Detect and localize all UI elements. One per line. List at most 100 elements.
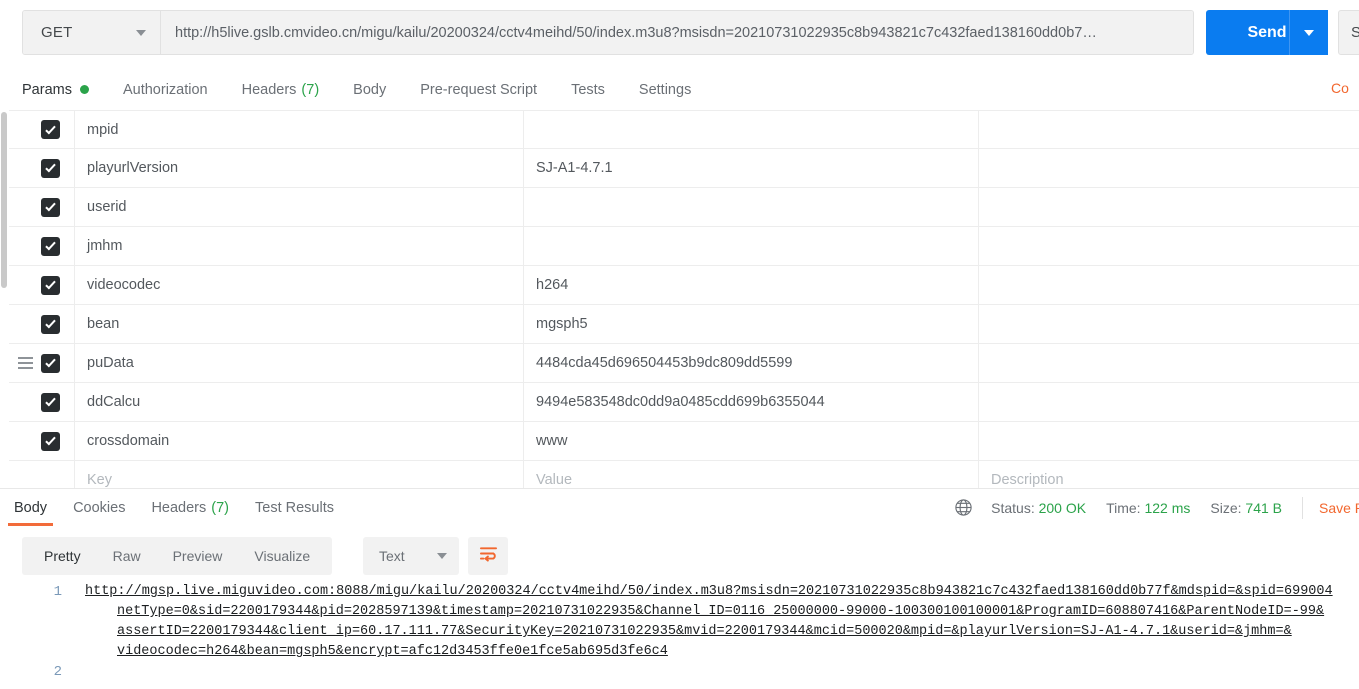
row-key-input[interactable]: crossdomain (74, 422, 524, 460)
row-key-input[interactable]: bean (74, 305, 524, 343)
row-description-input[interactable] (979, 111, 1359, 148)
postman-window: GET http://h5live.gslb.cmvideo.cn/migu/k… (0, 0, 1359, 689)
row-drag-handle (9, 305, 41, 343)
response-tab-label: Test Results (255, 499, 334, 516)
cookies-link[interactable]: Co (1331, 80, 1359, 96)
row-enable-checkbox[interactable] (41, 236, 60, 256)
view-mode-preview[interactable]: Preview (157, 537, 239, 575)
row-enable-checkbox[interactable] (41, 158, 60, 178)
row-key-input[interactable]: puData (74, 344, 524, 382)
row-drag-handle[interactable] (9, 344, 41, 382)
row-enable-checkbox[interactable] (41, 353, 60, 373)
table-row: bean mgsph5 (9, 305, 1359, 344)
response-tab-cookies[interactable]: Cookies (73, 489, 125, 526)
table-row: puData 4484cda45d696504453b9dc809dd5599 (9, 344, 1359, 383)
table-row: mpid (9, 110, 1359, 149)
new-description-input[interactable]: Description (979, 461, 1359, 488)
row-value-input[interactable]: 4484cda45d696504453b9dc809dd5599 (524, 344, 979, 382)
view-mode-pretty[interactable]: Pretty (28, 537, 97, 575)
row-enable-checkbox[interactable] (41, 392, 60, 412)
tab-pre-request-script[interactable]: Pre-request Script (420, 66, 537, 113)
row-value-input[interactable] (524, 227, 979, 265)
row-enable-checkbox[interactable] (41, 120, 60, 139)
row-key-input[interactable]: userid (74, 188, 524, 226)
request-tab-bar: Params Authorization Headers (7) Body Pr… (0, 66, 1359, 113)
row-description-input[interactable] (979, 188, 1359, 226)
response-tab-test-results[interactable]: Test Results (255, 489, 334, 526)
row-key-input[interactable]: ddCalcu (74, 383, 524, 421)
row-enable-checkbox[interactable] (41, 197, 60, 217)
response-body-link[interactable]: netType=0&sid=2200179344&pid=2028597139&… (117, 604, 1324, 619)
table-row: crossdomain www (9, 422, 1359, 461)
response-body-text[interactable]: http://mgsp.live.miguvideo.com:8088/migu… (85, 582, 1359, 662)
tab-headers-count: (7) (301, 81, 320, 98)
request-bar: GET http://h5live.gslb.cmvideo.cn/migu/k… (0, 0, 1359, 66)
view-mode-raw[interactable]: Raw (97, 537, 157, 575)
row-value-input[interactable] (524, 188, 979, 226)
row-enable-checkbox-cell (41, 227, 74, 265)
http-method-selector[interactable]: GET (23, 11, 161, 54)
tab-settings[interactable]: Settings (639, 66, 691, 113)
response-tab-headers[interactable]: Headers (7) (151, 489, 229, 526)
row-description-input[interactable] (979, 227, 1359, 265)
row-value-input[interactable]: mgsph5 (524, 305, 979, 343)
table-row: videocodec h264 (9, 266, 1359, 305)
row-enable-checkbox[interactable] (41, 314, 60, 334)
row-drag-handle (9, 461, 41, 488)
row-key-input[interactable]: playurlVersion (74, 149, 524, 187)
row-enable-checkbox-cell (41, 149, 74, 187)
tab-tests[interactable]: Tests (571, 66, 605, 113)
row-enable-checkbox-cell (41, 188, 74, 226)
row-value-input[interactable]: SJ-A1-4.7.1 (524, 149, 979, 187)
table-row: playurlVersion SJ-A1-4.7.1 (9, 149, 1359, 188)
save-response-button[interactable]: Save R (1319, 500, 1359, 516)
row-value-input[interactable]: h264 (524, 266, 979, 304)
status-value: 200 OK (1038, 499, 1087, 516)
line-number: 2 (53, 664, 62, 680)
wrap-text-button[interactable] (468, 537, 508, 575)
tab-tests-label: Tests (571, 81, 605, 98)
row-description-input[interactable] (979, 266, 1359, 304)
params-table: mpid playurlVersion SJ-A1-4.7.1 userid jmhm v… (9, 110, 1359, 488)
row-description-input[interactable] (979, 422, 1359, 460)
row-value-input[interactable]: 9494e583548dc0dd9a0485cdd699b6355044 (524, 383, 979, 421)
row-value-input[interactable] (524, 111, 979, 148)
response-format-select[interactable]: Text (363, 537, 459, 575)
response-tab-bar: Body Cookies Headers (7) Test Results Status… (0, 488, 1359, 526)
send-options-button[interactable] (1289, 10, 1328, 55)
row-enable-checkbox-cell (41, 422, 74, 460)
row-value-input[interactable]: www (524, 422, 979, 460)
time-value: 122 ms (1144, 499, 1191, 516)
size-value: 741 B (1245, 499, 1282, 516)
row-enable-checkbox[interactable] (41, 275, 60, 295)
size-badge: Size: 741 B (1210, 500, 1282, 516)
tab-params[interactable]: Params (10, 66, 101, 113)
save-request-button[interactable]: S (1338, 10, 1359, 55)
response-tab-label: Cookies (73, 499, 126, 516)
row-key-input[interactable]: videocodec (74, 266, 524, 304)
row-enable-checkbox-cell (41, 111, 74, 148)
row-description-input[interactable] (979, 305, 1359, 343)
line-number: 1 (53, 584, 62, 600)
tab-authorization[interactable]: Authorization (123, 66, 208, 113)
response-tab-body[interactable]: Body (7, 489, 54, 526)
new-key-input[interactable]: Key (74, 461, 524, 488)
row-key-input[interactable]: mpid (74, 111, 524, 148)
globe-icon[interactable] (954, 498, 973, 517)
view-mode-visualize[interactable]: Visualize (238, 537, 326, 575)
row-description-input[interactable] (979, 149, 1359, 187)
response-body-link[interactable]: videocodec=h264&bean=mgsph5&encrypt=afc1… (117, 644, 668, 659)
url-input[interactable]: http://h5live.gslb.cmvideo.cn/migu/kailu… (161, 11, 1193, 54)
response-body-link[interactable]: http://mgsp.live.miguvideo.com:8088/migu… (85, 584, 1333, 599)
tab-headers[interactable]: Headers (7) (242, 66, 320, 113)
new-value-input[interactable]: Value (524, 461, 979, 488)
tab-params-label: Params (22, 81, 72, 98)
row-description-input[interactable] (979, 383, 1359, 421)
drag-handle-icon (17, 354, 33, 372)
row-enable-checkbox[interactable] (41, 431, 60, 451)
row-key-input[interactable]: jmhm (74, 227, 524, 265)
response-body-link[interactable]: assertID=2200179344&client_ip=60.17.111.… (117, 624, 1292, 639)
row-description-input[interactable] (979, 344, 1359, 382)
tab-body[interactable]: Body (353, 66, 386, 113)
params-scrollbar-thumb[interactable] (1, 112, 7, 288)
